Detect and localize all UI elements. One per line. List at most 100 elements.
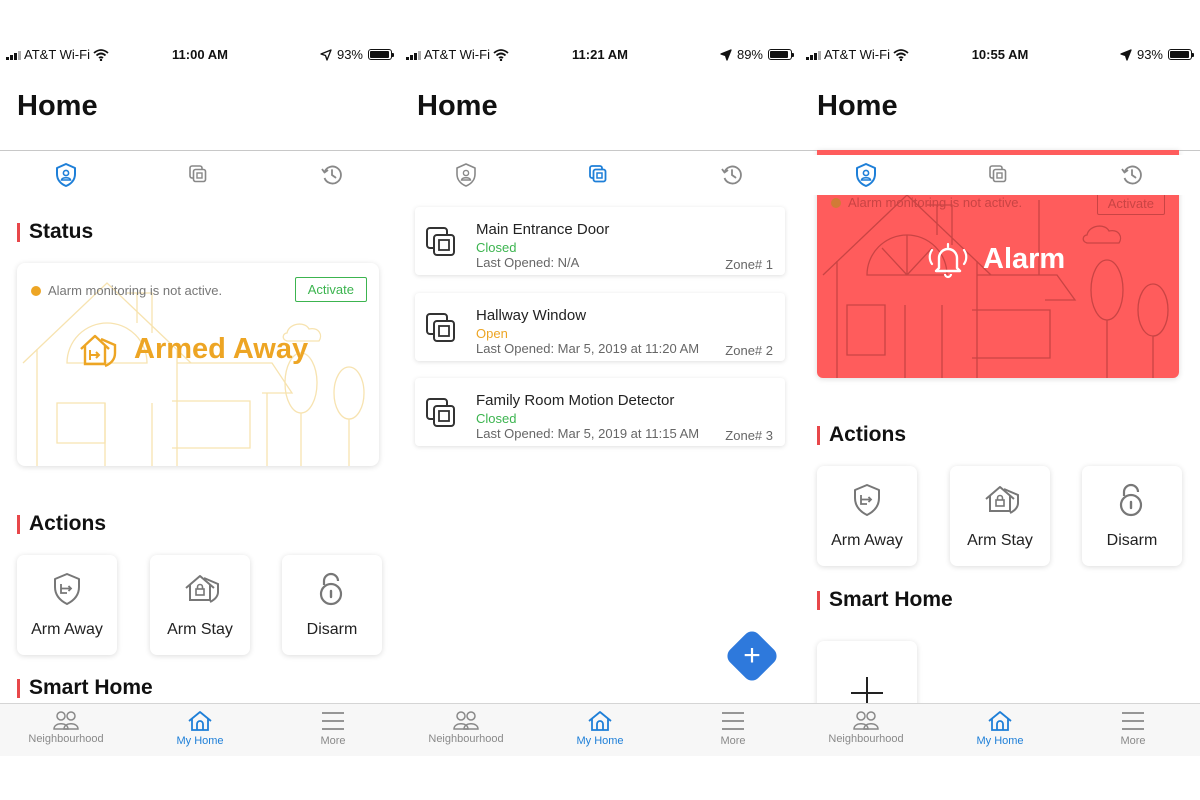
tab-security[interactable] (451, 160, 481, 190)
tab-bar (0, 160, 400, 190)
activate-button[interactable]: Activate (1096, 192, 1165, 215)
disarm-button[interactable]: Disarm (282, 555, 382, 655)
tab-zones[interactable] (984, 160, 1014, 190)
nav-my-home-label: My Home (976, 735, 1024, 747)
zone-sensor-icon (426, 227, 455, 256)
home-icon (188, 711, 212, 731)
tab-security[interactable] (51, 160, 81, 190)
status-right: 93% (320, 47, 394, 62)
nav-more[interactable]: More (1073, 710, 1193, 747)
history-icon (321, 165, 342, 185)
monitoring-message: Alarm monitoring is not active. (831, 195, 1022, 210)
arm-stay-button[interactable]: Arm Stay (150, 555, 250, 655)
tab-history[interactable] (317, 160, 347, 190)
zone-state: Open (476, 326, 508, 341)
page-title: Home (17, 90, 98, 122)
unlock-icon (1119, 483, 1143, 517)
nav-my-home[interactable]: My Home (140, 710, 260, 747)
tab-history[interactable] (717, 160, 747, 190)
tab-history[interactable] (1117, 160, 1147, 190)
tab-zones[interactable] (584, 160, 614, 190)
warning-dot-icon (831, 197, 841, 208)
shield-user-icon (856, 163, 876, 187)
zone-item[interactable]: Family Room Motion Detector Closed Last … (415, 378, 785, 446)
actions-heading: Actions (817, 423, 906, 447)
zone-sensor-icon (426, 398, 455, 427)
shield-user-icon (56, 163, 76, 187)
arm-away-button[interactable]: Arm Away (817, 466, 917, 566)
zone-last-opened: Last Opened: Mar 5, 2019 at 11:15 AM (476, 426, 700, 441)
zone-number: Zone# 2 (725, 343, 773, 358)
alarm-bell-icon (928, 242, 968, 279)
nav-neighbourhood-label: Neighbourhood (828, 733, 904, 745)
neighbourhood-icon (453, 711, 479, 730)
activate-button[interactable]: Activate (294, 277, 367, 302)
nav-more[interactable]: More (673, 710, 793, 747)
history-icon (721, 165, 742, 185)
zones-icon (189, 165, 207, 183)
screen-status: AT&T Wi-Fi 11:00 AM 93% Home Status Alar… (0, 0, 400, 800)
nav-my-home-label: My Home (576, 735, 624, 747)
actions-heading: Actions (17, 512, 106, 536)
tab-zones[interactable] (184, 160, 214, 190)
status-card: Alarm monitoring is not active. Activate… (17, 263, 379, 466)
zone-state: Closed (476, 240, 517, 255)
battery-percent: 93% (336, 47, 363, 62)
arm-stay-label: Arm Stay (167, 621, 233, 638)
warning-dot-icon (31, 285, 41, 296)
monitoring-text: Alarm monitoring is not active. (848, 195, 1023, 210)
monitoring-text: Alarm monitoring is not active. (48, 283, 223, 298)
location-icon (1120, 48, 1132, 61)
location-icon (720, 48, 732, 61)
shield-exit-icon (854, 484, 880, 516)
status-bar: AT&T Wi-Fi 11:00 AM 93% (0, 44, 400, 66)
status-right: 93% (1120, 47, 1194, 62)
nav-more[interactable]: More (273, 710, 393, 747)
tab-security[interactable] (851, 160, 881, 190)
home-icon (588, 711, 612, 731)
screen-zones: AT&T Wi-Fi 11:21 AM 89% Home Main Entran… (400, 0, 800, 800)
arm-away-label: Arm Away (31, 621, 103, 638)
zone-item[interactable]: Hallway Window Open Last Opened: Mar 5, … (415, 293, 785, 361)
add-zone-button[interactable] (723, 627, 781, 685)
nav-neighbourhood[interactable]: Neighbourhood (406, 710, 526, 745)
zone-number: Zone# 1 (725, 257, 773, 272)
disarm-label: Disarm (306, 621, 358, 638)
nav-neighbourhood[interactable]: Neighbourhood (806, 710, 926, 745)
status-bar: AT&T Wi-Fi 11:21 AM 89% (400, 44, 800, 66)
zone-last-opened: Last Opened: Mar 5, 2019 at 11:20 AM (476, 341, 700, 356)
arm-stay-button[interactable]: Arm Stay (950, 466, 1050, 566)
smart-home-heading: Smart Home (817, 588, 953, 612)
house-lock-icon (985, 486, 1019, 514)
house-lock-icon (185, 575, 219, 603)
arm-away-button[interactable]: Arm Away (17, 555, 117, 655)
zone-last-opened: Last Opened: N/A (476, 255, 580, 270)
page-title: Home (417, 90, 498, 122)
disarm-label: Disarm (1106, 532, 1158, 549)
screen-alarm: AT&T Wi-Fi 10:55 AM 93% Home Alarm monit… (800, 0, 1200, 800)
history-icon (1121, 165, 1142, 185)
zone-number: Zone# 3 (725, 428, 773, 443)
tab-bar (800, 155, 1200, 195)
monitoring-message: Alarm monitoring is not active. (31, 283, 222, 298)
nav-more-label: More (720, 735, 746, 747)
arm-stay-label: Arm Stay (967, 532, 1033, 549)
nav-my-home[interactable]: My Home (940, 710, 1060, 747)
disarm-button[interactable]: Disarm (1082, 466, 1182, 566)
shield-exit-icon (54, 573, 80, 605)
alarm-state: Alarm (983, 243, 1066, 275)
battery-icon (368, 49, 394, 60)
zones-icon (989, 165, 1007, 183)
nav-my-home[interactable]: My Home (540, 710, 660, 747)
shield-user-icon (456, 163, 476, 187)
bottom-nav: Neighbourhood My Home More (800, 703, 1200, 756)
zones-icon (589, 165, 607, 183)
bottom-nav: Neighbourhood My Home More (400, 703, 800, 756)
zone-name: Family Room Motion Detector (476, 392, 675, 409)
location-icon (320, 48, 332, 61)
nav-neighbourhood[interactable]: Neighbourhood (6, 710, 126, 745)
zone-item[interactable]: Main Entrance Door Closed Last Opened: N… (415, 207, 785, 275)
battery-icon (768, 49, 794, 60)
armed-away-house-icon (80, 334, 117, 368)
arm-away-label: Arm Away (831, 532, 903, 549)
